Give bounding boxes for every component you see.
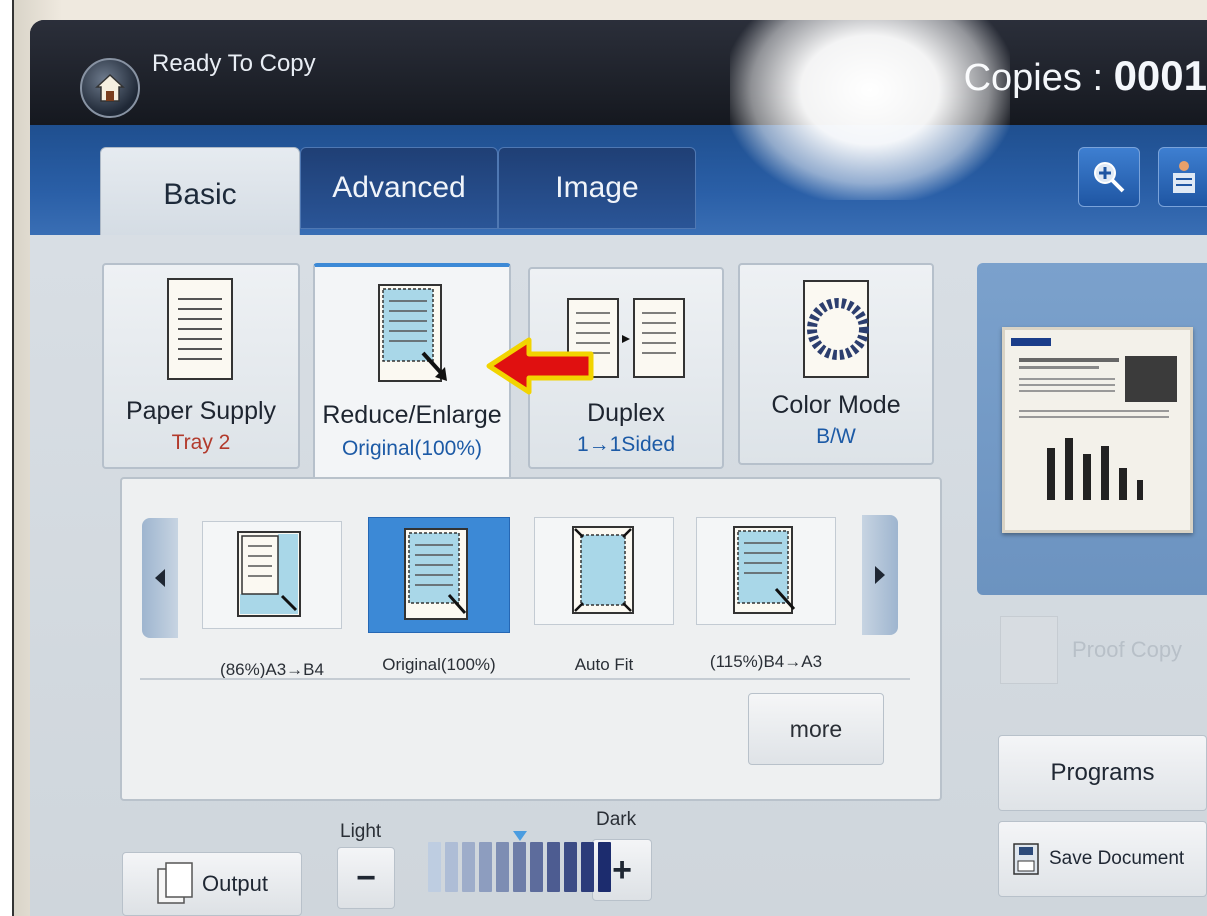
top-bar: Ready To Copy Copies : 0001 — [30, 20, 1207, 125]
reduce-enlarge-label: Reduce/Enlarge — [322, 401, 502, 429]
option-86-a3-b4[interactable] — [202, 521, 342, 629]
chevron-left-icon — [155, 569, 165, 587]
color-mode-icon — [803, 280, 869, 378]
duplex-label: Duplex — [587, 399, 665, 427]
paper-supply-button[interactable]: Paper Supply Tray 2 — [102, 263, 300, 469]
density-decrease-button[interactable]: − — [337, 847, 395, 909]
proof-copy-option[interactable]: Proof Copy — [1000, 613, 1207, 687]
dark-label: Dark — [596, 809, 637, 830]
original-size-icon — [404, 528, 468, 620]
option-115-b4-a3[interactable] — [696, 517, 836, 625]
copies-counter: Copies : 0001 — [964, 52, 1207, 100]
option-label-115: (115%)B4→A3 — [709, 652, 823, 671]
option-label-86: (86%)A3→B4 — [220, 660, 324, 679]
color-mode-button[interactable]: Color Mode B/W — [738, 263, 934, 465]
programs-button[interactable]: Programs — [998, 735, 1207, 811]
density-bar — [547, 842, 560, 892]
save-icon — [1013, 843, 1039, 875]
option-label-original: Original(100%) — [382, 655, 496, 674]
panel-divider — [140, 678, 910, 680]
density-bar — [479, 842, 492, 892]
job-list-icon — [1172, 161, 1195, 193]
tab-basic[interactable]: Basic — [100, 147, 300, 243]
status-text: Ready To Copy — [152, 50, 316, 77]
color-mode-value: B/W — [816, 425, 856, 448]
density-bar — [581, 842, 594, 892]
enlarge-icon — [733, 526, 796, 614]
duplex-value: 1→1Sided — [576, 433, 676, 456]
tab-image[interactable]: Image — [498, 147, 696, 229]
option-auto-fit[interactable] — [534, 517, 674, 625]
reduce-enlarge-icon — [378, 284, 447, 382]
density-level-marker — [513, 831, 527, 841]
color-mode-label: Color Mode — [771, 391, 901, 419]
output-icon — [157, 862, 193, 904]
density-bar — [598, 842, 611, 892]
option-original-100[interactable] — [368, 517, 510, 633]
paper-icon — [167, 278, 233, 380]
reduce-enlarge-button[interactable]: Reduce/Enlarge Original(100%) — [313, 263, 511, 491]
auto-fit-icon — [572, 526, 634, 614]
tab-advanced[interactable]: Advanced — [300, 147, 498, 229]
density-bar — [496, 842, 509, 892]
paper-supply-label: Paper Supply — [125, 397, 277, 425]
output-button[interactable]: Output — [122, 852, 302, 916]
main-area: Paper Supply Tray 2 Reduce/Enlarge Origi… — [30, 235, 1207, 916]
document-preview-thumbnail — [1002, 327, 1193, 533]
home-button[interactable] — [80, 58, 140, 118]
density-bar — [462, 842, 475, 892]
reduce-enlarge-value: Original(100%) — [341, 437, 483, 460]
output-label: Output — [201, 871, 269, 896]
magnifier-icon — [1094, 162, 1125, 193]
proof-copy-checkbox[interactable] — [1000, 616, 1058, 684]
save-document-button[interactable]: Save Document — [998, 821, 1207, 897]
save-document-label: Save Document — [1049, 848, 1185, 869]
document-thumbnail-image — [1011, 338, 1177, 500]
copies-value: 0001 — [1113, 52, 1207, 99]
option-label-auto-fit: Auto Fit — [574, 655, 634, 674]
chevron-right-icon — [875, 566, 885, 584]
light-label: Light — [340, 821, 382, 842]
density-bar — [530, 842, 543, 892]
proof-copy-label: Proof Copy — [1072, 637, 1183, 662]
home-icon — [95, 73, 125, 102]
scroll-left-button[interactable] — [142, 518, 178, 638]
paper-supply-value: Tray 2 — [171, 431, 231, 454]
density-bar — [513, 842, 526, 892]
copier-screen: Ready To Copy Copies : 0001 Basic Advanc… — [30, 20, 1207, 916]
zoom-button[interactable] — [1078, 147, 1140, 207]
more-button[interactable]: more — [748, 693, 884, 765]
density-bar — [428, 842, 441, 892]
tab-bar: Basic Advanced Image — [30, 125, 1207, 243]
annotation-arrow — [486, 337, 594, 395]
scroll-right-button[interactable] — [862, 515, 898, 635]
reduce-icon — [237, 531, 301, 617]
density-bar — [564, 842, 577, 892]
density-bar — [445, 842, 458, 892]
job-status-button[interactable] — [1158, 147, 1207, 207]
copies-label: Copies : — [963, 57, 1114, 99]
